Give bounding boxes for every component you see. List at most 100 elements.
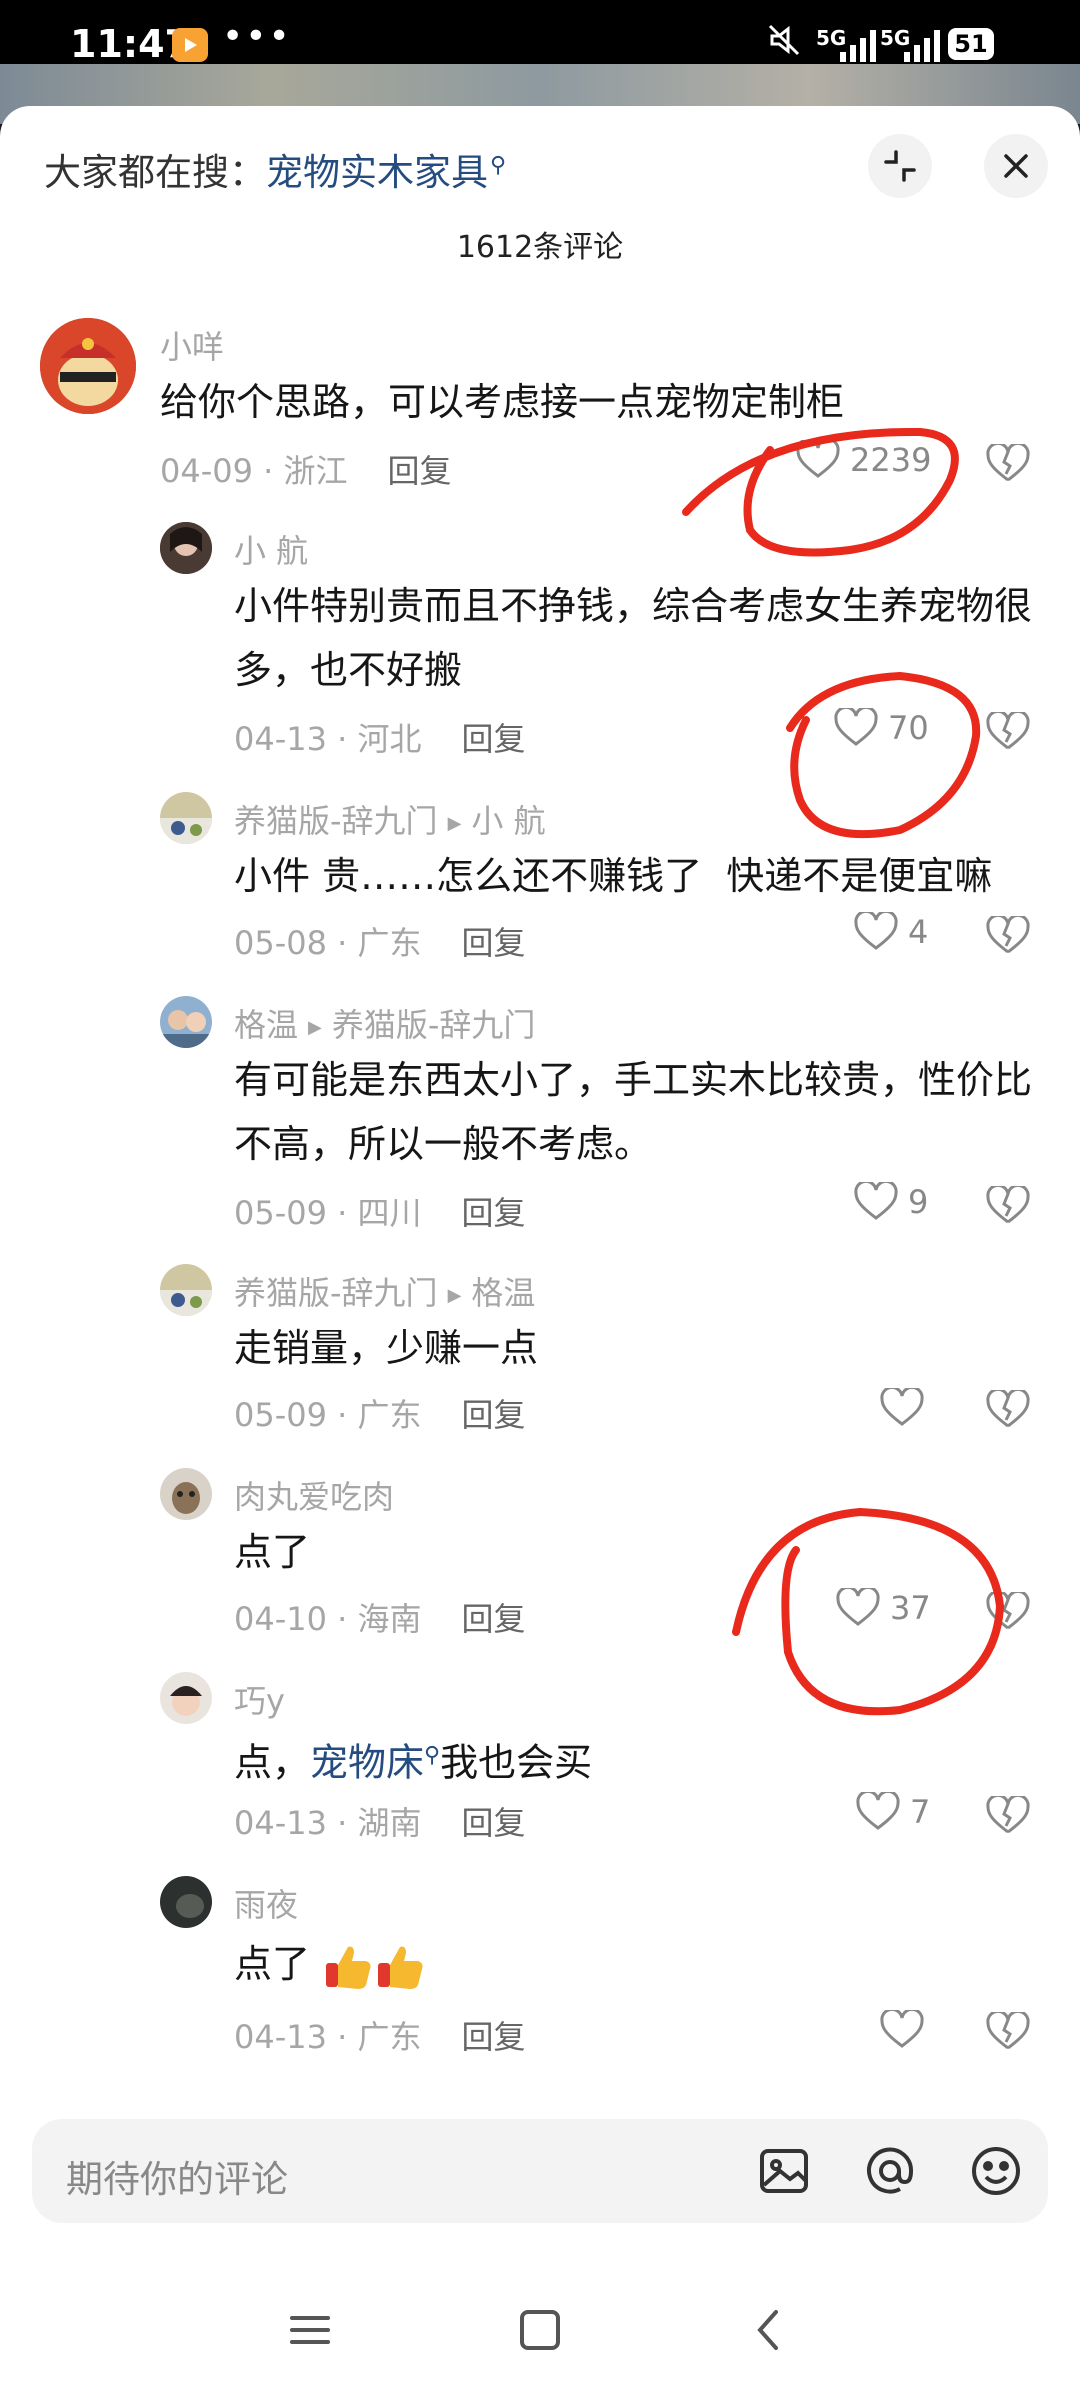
comment-meta: 04-13 · 广东 回复: [234, 2012, 526, 2058]
status-bar: 11:47 ••• 5G 5G 51: [0, 0, 1080, 67]
reply-button[interactable]: 回复: [462, 1396, 526, 1434]
mute-icon: [766, 22, 802, 67]
comment-username[interactable]: 巧y: [234, 1676, 285, 1722]
broken-heart-icon[interactable]: [986, 2012, 1030, 2052]
like-button[interactable]: 9: [854, 1182, 928, 1222]
comment-text: 点了: [234, 1530, 311, 1574]
comment-text: 点，宠物床⚲我也会买: [234, 1724, 1034, 1795]
comment-username[interactable]: 养猫版-辞九门 ▶ 格温: [234, 1268, 535, 1314]
close-button[interactable]: [984, 134, 1048, 198]
comment-meta: 04-13 · 河北 回复: [234, 714, 526, 760]
comment-input[interactable]: 期待你的评论: [32, 2119, 1048, 2223]
comment-username-text: 养猫版-辞九门: [234, 802, 438, 840]
broken-heart-icon[interactable]: [986, 916, 1030, 956]
heart-icon: [834, 708, 878, 746]
like-count: 4: [908, 913, 929, 951]
like-count: 2239: [850, 441, 932, 479]
reply-button[interactable]: 回复: [388, 452, 452, 490]
avatar[interactable]: [160, 1264, 212, 1316]
heart-icon: [796, 440, 840, 478]
avatar[interactable]: [160, 1672, 212, 1724]
like-button[interactable]: 70: [834, 708, 929, 748]
avatar[interactable]: [40, 318, 136, 414]
search-keyword[interactable]: 宠物实木家具: [266, 151, 488, 194]
comment-username[interactable]: 小 航: [234, 526, 308, 572]
search-icon: ⚲: [424, 1743, 441, 1768]
reply-button[interactable]: 回复: [462, 1194, 526, 1232]
close-icon: [1004, 154, 1028, 178]
broken-heart-icon[interactable]: [986, 1592, 1030, 1632]
at-icon[interactable]: [860, 2141, 920, 2201]
like-button[interactable]: [880, 1388, 924, 1428]
comment-text: 小件 贵……怎么还不赚钱了 快递不是便宜嘛: [234, 854, 993, 898]
comment-meta: 05-09 · 广东 回复: [234, 1390, 526, 1436]
comment-username[interactable]: 肉丸爱吃肉: [234, 1472, 394, 1518]
like-count: 9: [908, 1183, 929, 1221]
comment-text-body: 点了: [234, 1942, 311, 1986]
reply-target-username[interactable]: 小 航: [471, 802, 545, 840]
comment-text: 有可能是东西太小了，手工实木比较贵，性价比不高，所以一般不考虑。: [234, 1058, 1033, 1166]
reply-arrow-icon: ▶: [447, 812, 462, 834]
avatar[interactable]: [160, 792, 212, 844]
avatar[interactable]: [160, 996, 212, 1048]
reply-button[interactable]: 回复: [462, 1804, 526, 1842]
like-count: 37: [890, 1589, 931, 1627]
home-icon[interactable]: [510, 2300, 570, 2360]
comment-username[interactable]: 养猫版-辞九门 ▶ 小 航: [234, 796, 546, 842]
search-suggestion[interactable]: 大家都在搜：宠物实木家具⚲: [44, 142, 506, 196]
comment-meta: 04-13 · 湖南 回复: [234, 1798, 526, 1844]
like-button[interactable]: [880, 2010, 924, 2050]
comment-username-text: 格温: [234, 1006, 299, 1044]
back-icon[interactable]: [740, 2300, 800, 2360]
avatar[interactable]: [160, 522, 212, 574]
collapse-icon: [884, 150, 916, 182]
thumbs-up-emoji: [326, 1946, 371, 1989]
comment-date-location: 04-13 · 湖南: [234, 1804, 422, 1842]
like-button[interactable]: 4: [854, 912, 928, 952]
signal-icon-2: [904, 26, 940, 62]
reply-button[interactable]: 回复: [462, 1600, 526, 1638]
smiley-icon[interactable]: [966, 2141, 1026, 2201]
comment-meta: 05-08 · 广东 回复: [234, 918, 526, 964]
broken-heart-icon[interactable]: [986, 1796, 1030, 1836]
avatar[interactable]: [160, 1876, 212, 1928]
comment-username-text: 养猫版-辞九门: [234, 1274, 438, 1312]
comment-text: 走销量，少赚一点: [234, 1326, 539, 1370]
like-button[interactable]: 37: [836, 1588, 931, 1628]
comment-date-location: 05-09 · 四川: [234, 1194, 422, 1232]
battery-icon: 51: [948, 28, 994, 60]
search-icon: ⚲: [490, 152, 507, 178]
comment-username[interactable]: 小咩: [160, 322, 224, 368]
comment-text: 给你个思路，可以考虑接一点宠物定制柜: [160, 380, 845, 424]
comment-meta: 04-09 · 浙江 回复: [160, 446, 452, 492]
comment-date-location: 04-13 · 河北: [234, 720, 422, 758]
like-button[interactable]: 2239: [796, 440, 931, 480]
like-count: 7: [910, 1793, 931, 1831]
comment-date-location: 05-09 · 广东: [234, 1396, 422, 1434]
reply-button[interactable]: 回复: [462, 924, 526, 962]
more-notifications-icon: •••: [222, 16, 292, 57]
broken-heart-icon[interactable]: [986, 712, 1030, 752]
reply-target-username[interactable]: 养猫版-辞九门: [332, 1006, 536, 1044]
reply-button[interactable]: 回复: [462, 2018, 526, 2056]
comment-text: 点了: [234, 1932, 1034, 1996]
system-nav-bar: [0, 2256, 1080, 2401]
comment-keyword-link[interactable]: 宠物床: [310, 1741, 424, 1785]
comment-text-suffix: 我也会买: [440, 1740, 593, 1785]
comment-date-location: 04-13 · 广东: [234, 2018, 422, 2056]
broken-heart-icon[interactable]: [986, 1186, 1030, 1226]
like-button[interactable]: 7: [856, 1792, 930, 1832]
comment-username[interactable]: 雨夜: [234, 1880, 298, 1926]
reply-button[interactable]: 回复: [462, 720, 526, 758]
comment-count: 1612条评论: [456, 230, 624, 265]
comment-meta: 05-09 · 四川 回复: [234, 1188, 526, 1234]
avatar[interactable]: [160, 1468, 212, 1520]
comment-date-location: 05-08 · 广东: [234, 924, 422, 962]
collapse-button[interactable]: [868, 134, 932, 198]
image-icon[interactable]: [754, 2141, 814, 2201]
recent-apps-icon[interactable]: [280, 2300, 340, 2360]
broken-heart-icon[interactable]: [986, 444, 1030, 484]
reply-target-username[interactable]: 格温: [471, 1274, 535, 1312]
comment-username[interactable]: 格温 ▶ 养猫版-辞九门: [234, 1000, 535, 1046]
broken-heart-icon[interactable]: [986, 1390, 1030, 1430]
